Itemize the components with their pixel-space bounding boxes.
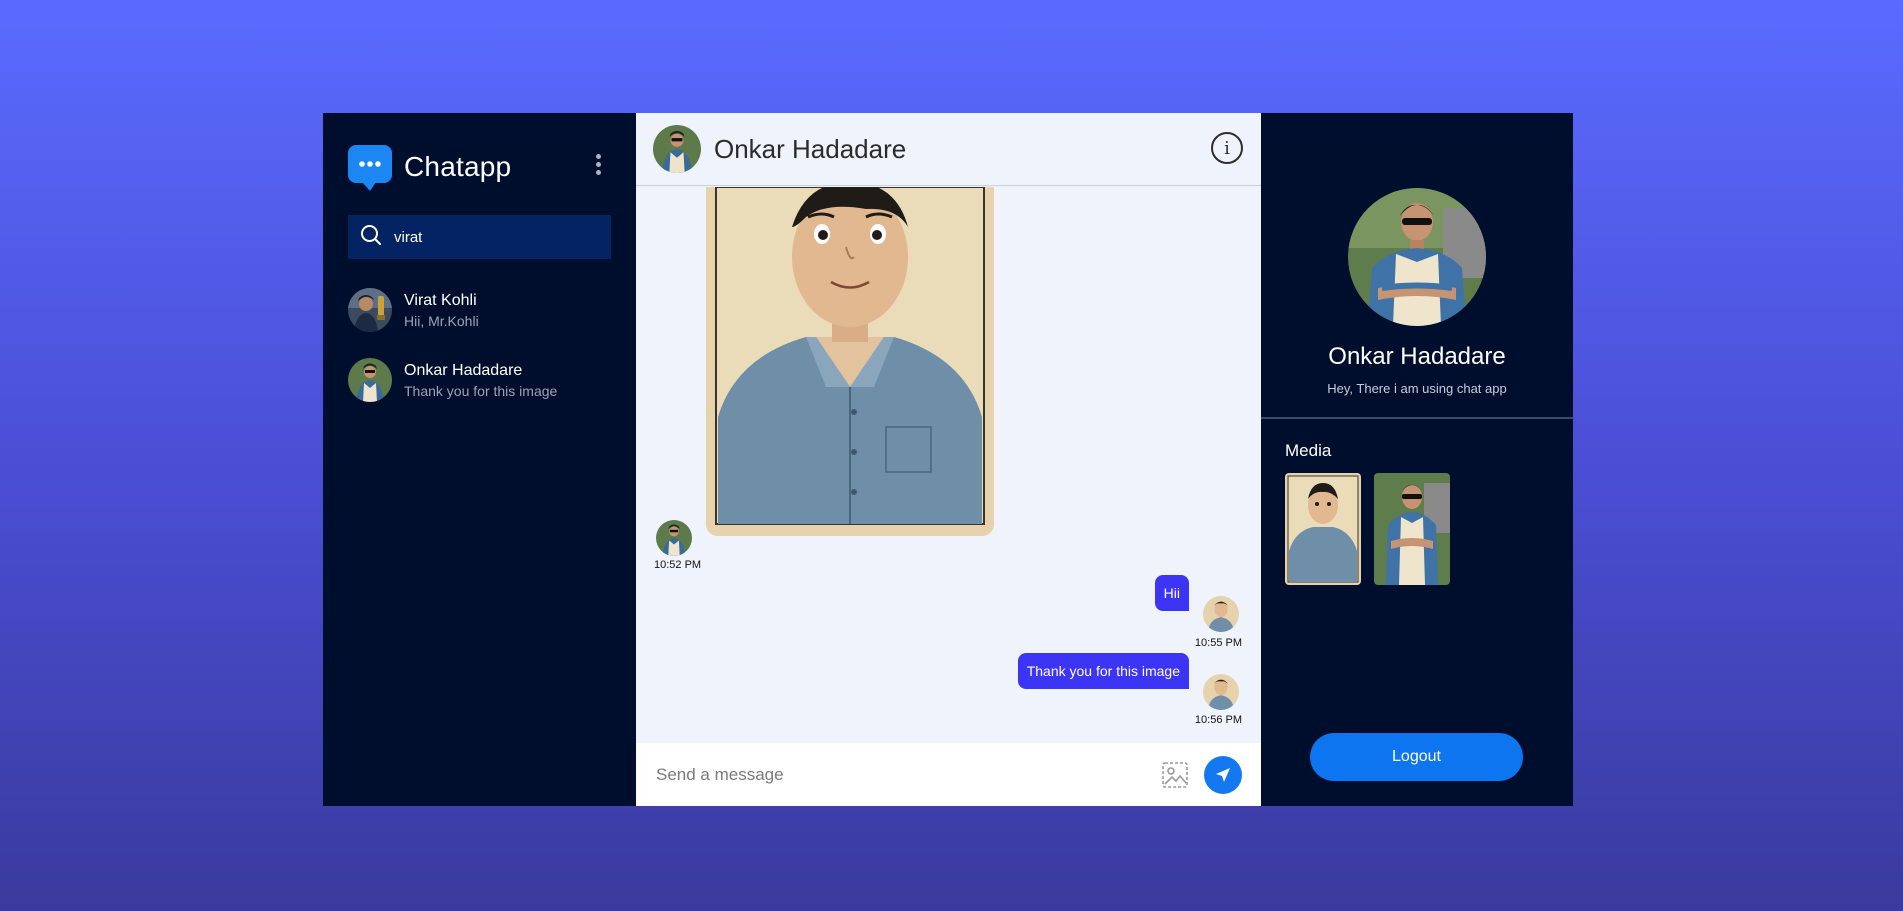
send-button[interactable]	[1204, 756, 1242, 794]
search-icon	[360, 224, 382, 251]
avatar	[1203, 596, 1239, 632]
media-thumbnail[interactable]	[1285, 473, 1361, 585]
chat-panel: Onkar Hadadare i 10:52 PM Hii 10:55 PM T…	[636, 113, 1261, 806]
media-heading: Media	[1285, 441, 1332, 460]
more-menu-icon[interactable]	[596, 154, 602, 176]
profile-avatar[interactable]	[1348, 188, 1486, 326]
logout-button[interactable]: Logout	[1310, 733, 1523, 781]
message-bubble[interactable]: Thank you for this image	[1017, 653, 1189, 689]
divider	[1261, 417, 1573, 419]
contact-name: Onkar Hadadare	[404, 361, 523, 379]
avatar	[348, 288, 392, 332]
chat-title: Onkar Hadadare	[714, 133, 907, 164]
message-time: 10:55 PM	[1194, 637, 1242, 649]
contact-item-onkar-hadadare[interactable]: Onkar Hadadare Thank you for this image	[348, 357, 611, 403]
brand: Chatapp	[348, 144, 611, 191]
message-time: 10:56 PM	[1194, 714, 1242, 726]
avatar	[348, 358, 392, 402]
search-input[interactable]	[392, 227, 596, 247]
image-upload-icon[interactable]	[1161, 761, 1189, 789]
message-input[interactable]	[654, 763, 1138, 786]
message-list[interactable]: 10:52 PM Hii 10:55 PM Thank you for this…	[636, 187, 1261, 743]
chat-app: Chatapp virat Virat Kohli Hii, Mr.Kohli …	[323, 113, 1573, 806]
chat-header: Onkar Hadadare i	[636, 113, 1261, 186]
chat-bubble-logo-icon	[348, 145, 392, 191]
media-grid	[1285, 473, 1463, 585]
info-icon[interactable]: i	[1211, 132, 1243, 164]
contact-name: Virat Kohli	[404, 291, 477, 309]
profile-status: Hey, There i am using chat app	[1327, 381, 1507, 396]
avatar	[1203, 674, 1239, 710]
message-time: 10:52 PM	[654, 559, 702, 571]
profile-name: Onkar Hadadare	[1328, 343, 1506, 370]
contact-last-message: Hii, Mr.Kohli	[404, 312, 479, 329]
media-thumbnail[interactable]	[1374, 473, 1450, 585]
message-composer	[636, 743, 1261, 806]
message-bubble[interactable]: Hii	[1154, 575, 1189, 611]
contact-list: Virat Kohli Hii, Mr.Kohli Onkar Hadadare…	[348, 287, 611, 403]
profile-panel: Onkar Hadadare Hey, There i am using cha…	[1261, 113, 1573, 806]
search-box[interactable]	[348, 215, 611, 259]
app-title: Chatapp	[404, 151, 512, 182]
send-icon	[1216, 768, 1230, 782]
contact-item-virat-kohli[interactable]: Virat Kohli Hii, Mr.Kohli	[348, 287, 611, 333]
contact-last-message: Thank you for this image	[404, 382, 558, 399]
sidebar: Chatapp virat Virat Kohli Hii, Mr.Kohli …	[323, 113, 636, 806]
image-message[interactable]	[706, 187, 994, 536]
avatar	[656, 520, 692, 556]
avatar[interactable]	[653, 125, 701, 173]
